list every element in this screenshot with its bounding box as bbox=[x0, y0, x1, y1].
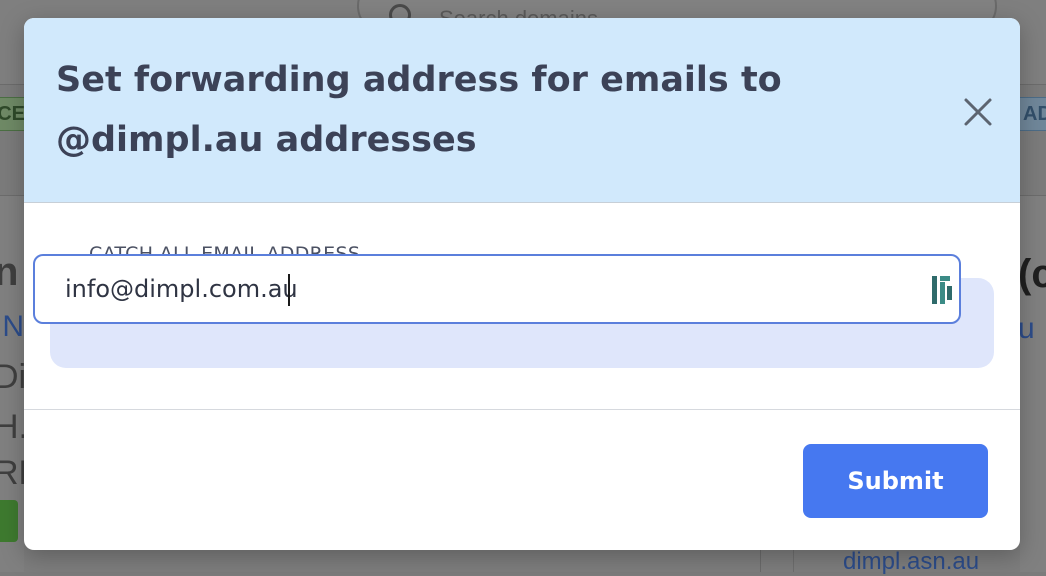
modal-title: Set forwarding address for emails to @di… bbox=[56, 60, 782, 160]
right-panel: (c u bbox=[1020, 196, 1046, 572]
password-manager-glyph bbox=[932, 276, 952, 304]
divider bbox=[760, 548, 761, 572]
catch-all-email-input[interactable] bbox=[33, 254, 961, 324]
panel-link[interactable]: u bbox=[1020, 312, 1035, 346]
panel-text: H. bbox=[0, 408, 24, 446]
status-badge: AD bbox=[1018, 97, 1046, 131]
panel-heading: (c bbox=[1020, 252, 1046, 296]
close-icon bbox=[964, 98, 992, 126]
panel-action-button[interactable] bbox=[0, 500, 18, 542]
password-manager-icon[interactable] bbox=[930, 274, 954, 306]
panel-text: Di bbox=[0, 358, 24, 396]
modal-header: Set forwarding address for emails to @di… bbox=[24, 18, 1020, 203]
modal-footer: Submit bbox=[24, 409, 1020, 550]
left-panel: n IN Di H. RE bbox=[0, 196, 24, 572]
panel-text: RE bbox=[0, 454, 24, 492]
close-button[interactable] bbox=[960, 94, 996, 130]
panel-link[interactable]: IN bbox=[0, 310, 24, 344]
text-caret bbox=[288, 274, 290, 306]
divider bbox=[793, 548, 794, 572]
submit-button[interactable]: Submit bbox=[803, 444, 988, 518]
panel-heading: n bbox=[0, 250, 19, 294]
